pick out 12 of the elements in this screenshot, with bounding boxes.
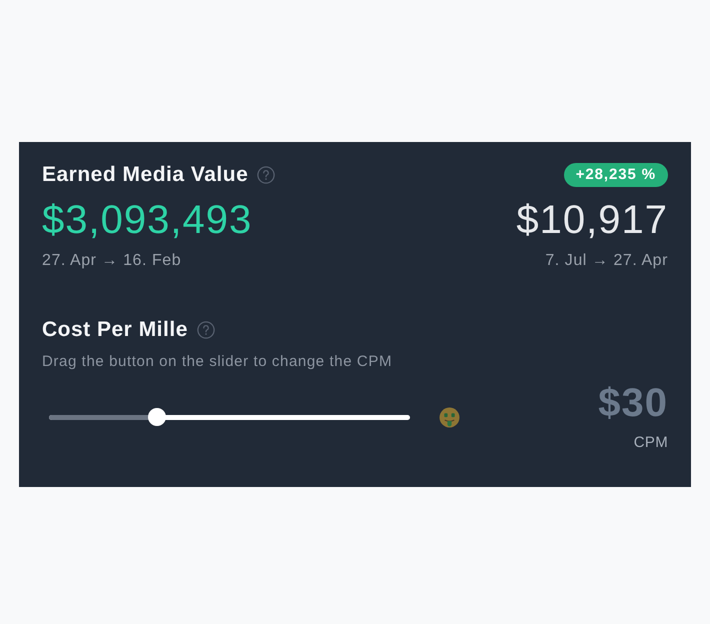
slider-thumb[interactable] — [148, 408, 166, 426]
description-text: Drag the button on the slider to change the CPM — [42, 353, 394, 371]
emoji-face-icon — [439, 406, 460, 428]
date-range: 7. Jul → 27. Apr — [545, 251, 668, 271]
cpm-value: $30 — [598, 381, 668, 425]
section-title: Cost Per Mille — [42, 318, 188, 342]
unit-label: CPM — [634, 433, 668, 453]
metric-value: $10,917 — [516, 198, 668, 242]
metric-value: $3,093,493 — [42, 198, 254, 242]
section-title: Earned Media Value — [42, 163, 248, 187]
change-badge: +28,235 % — [564, 163, 668, 187]
date-range: 27. Apr → 16. Feb — [42, 251, 182, 271]
